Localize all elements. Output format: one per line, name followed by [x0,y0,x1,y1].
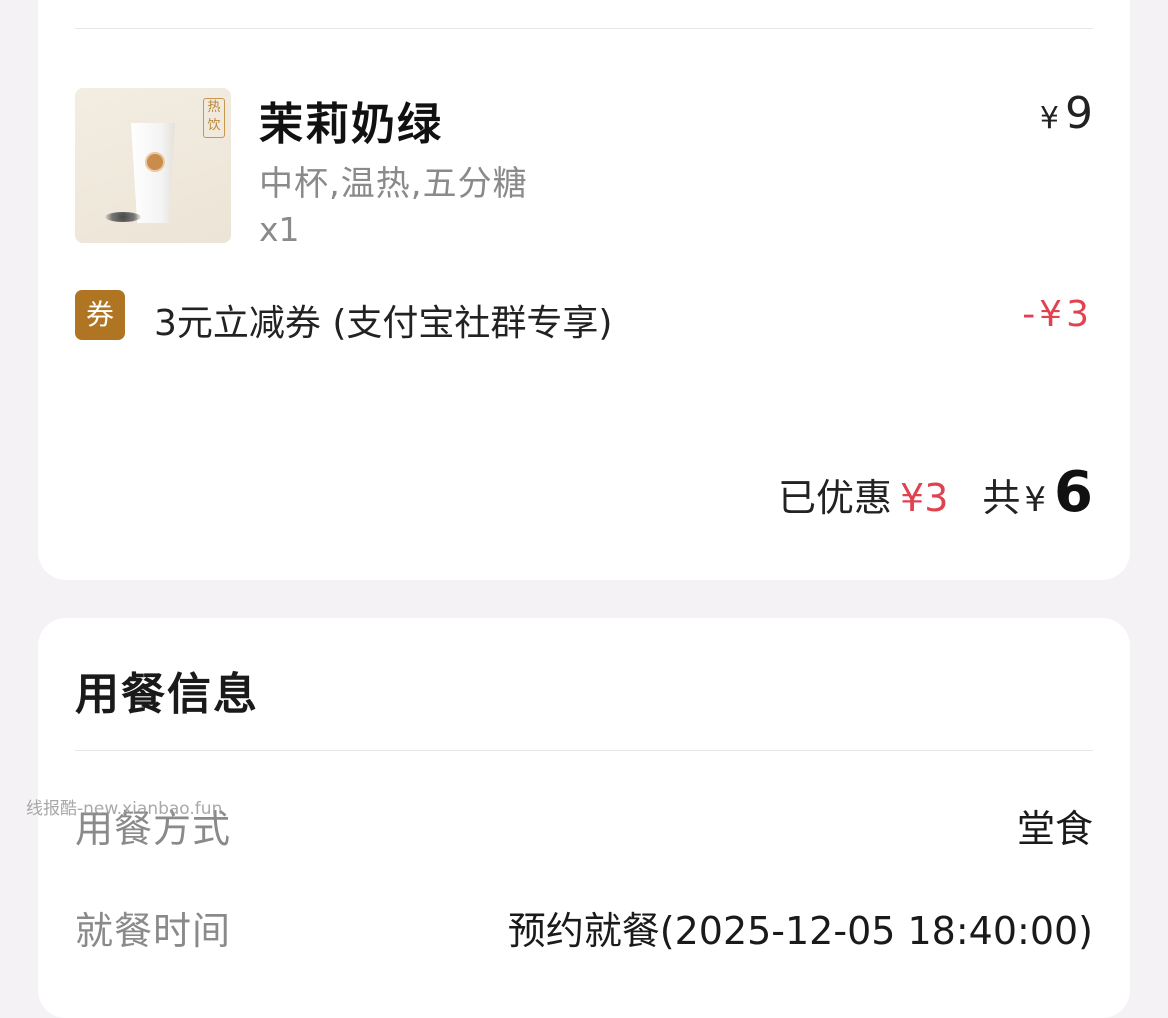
total-label: 共 [982,476,1021,520]
dining-time-value: 预约就餐(2025-12-05 18:40:00) [507,909,1093,953]
cup-logo-icon [145,152,165,172]
product-price: ¥9 [1040,88,1093,139]
coupon-amount: -¥3 [1022,294,1093,335]
order-card: 热饮 茉莉奶绿 中杯,温热,五分糖 x1 ¥9 券 3元立减券 (支付宝社群专享… [38,0,1130,580]
order-divider [75,28,1093,29]
watermark-text: 线报酷-new.xianbao.fun [26,799,223,819]
dining-time-label: 就餐时间 [75,909,232,953]
cup-illustration [131,123,175,223]
product-image[interactable]: 热饮 [75,88,231,243]
order-summary: 已优惠 ¥3 共 ¥ 6 [778,460,1093,525]
product-spec: 中杯,温热,五分糖 [259,164,528,204]
section-title: 用餐信息 [75,669,259,720]
product-name: 茉莉奶绿 [259,99,443,150]
coupon-label: 3元立减券 (支付宝社群专享) [154,303,613,344]
total-currency: ¥ [1024,480,1047,520]
price-currency: ¥ [1039,101,1059,136]
discount-amount: ¥3 [900,476,949,520]
dining-method-value: 堂食 [1016,807,1093,851]
product-quantity: x1 [259,210,300,249]
total-amount: 6 [1054,460,1093,525]
price-value: 9 [1065,88,1093,139]
hot-drink-tag: 热饮 [203,98,225,138]
coupon-icon: 券 [75,290,125,340]
tea-leaves-icon [105,212,141,222]
dining-divider [75,750,1093,751]
discount-label: 已优惠 [778,476,893,520]
